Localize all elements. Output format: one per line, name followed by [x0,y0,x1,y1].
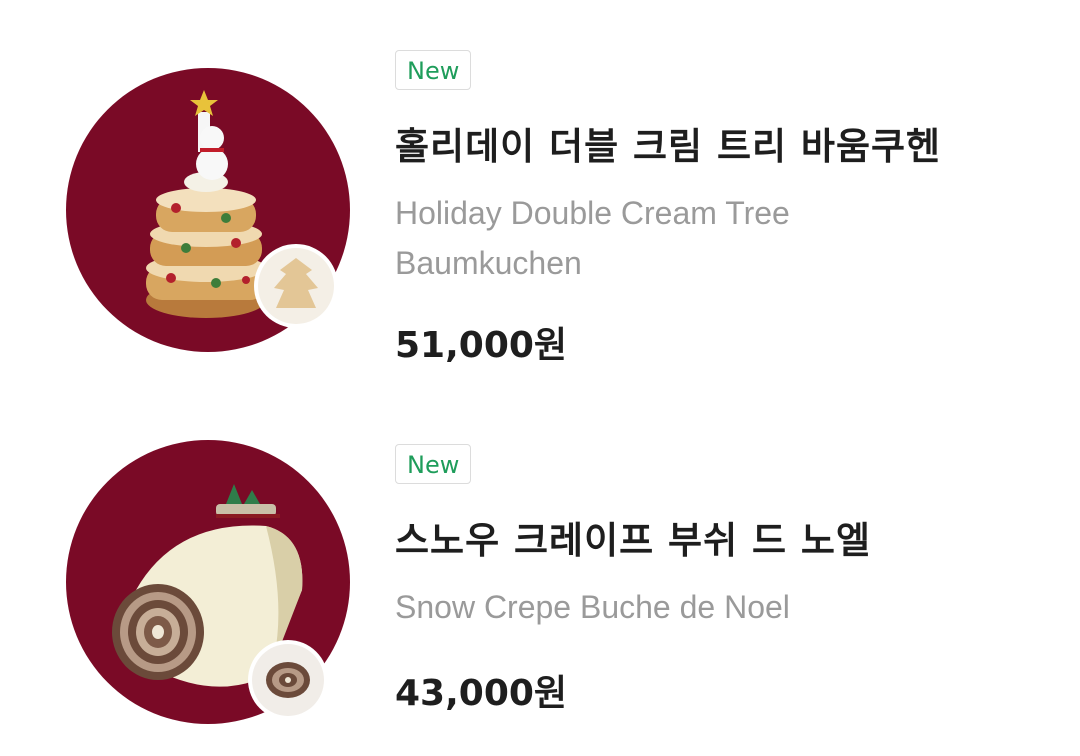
product-image[interactable] [66,68,350,352]
product-info: New 스노우 크레이프 부쉬 드 노엘 Snow Crepe Buche de… [395,444,1060,716]
tree-baumkuchen-cake-icon [66,68,350,352]
product-image[interactable] [66,440,350,724]
crepe-log-cake-icon [66,440,350,724]
product-price: 51,000원 [395,325,568,366]
new-badge: New [395,50,472,90]
product-card[interactable]: New 스노우 크레이프 부쉬 드 노엘 Snow Crepe Buche de… [0,394,1080,756]
new-badge: New [395,444,472,484]
product-list: New 홀리데이 더블 크림 트리 바움쿠헨 Holiday Double Cr… [0,0,1080,756]
product-name-korean: 스노우 크레이프 부쉬 드 노엘 [395,519,872,562]
product-name-english: Holiday Double Cream Tree Baumkuchen [395,195,790,281]
product-card[interactable]: New 홀리데이 더블 크림 트리 바움쿠헨 Holiday Double Cr… [0,0,1080,380]
product-name-english: Snow Crepe Buche de Noel [395,589,790,625]
product-name-korean: 홀리데이 더블 크림 트리 바움쿠헨 [395,125,942,168]
product-info: New 홀리데이 더블 크림 트리 바움쿠헨 Holiday Double Cr… [395,50,1060,368]
product-price: 43,000원 [395,673,568,714]
